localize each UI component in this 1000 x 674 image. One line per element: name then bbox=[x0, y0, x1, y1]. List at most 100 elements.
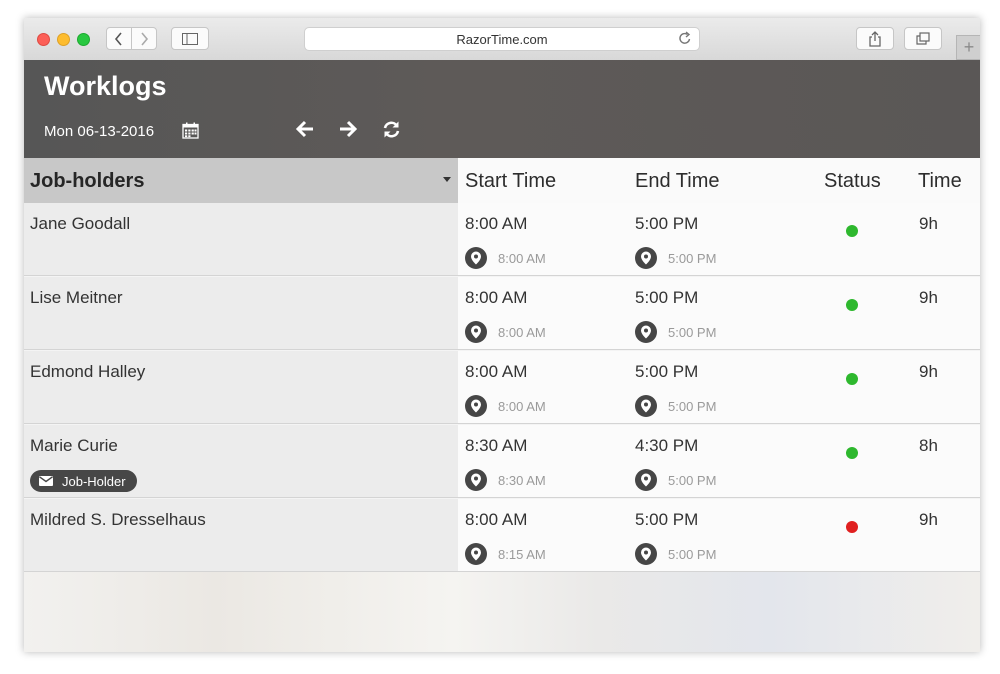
actual-start-time: 8:15 AM bbox=[498, 546, 546, 562]
worklog-table: Job-holders Start Time End Time Status T… bbox=[24, 158, 980, 572]
total-time: 9h bbox=[919, 288, 938, 307]
actual-start[interactable]: 8:15 AM bbox=[465, 543, 546, 565]
time-cells: 8:00 AM 8:00 AM 5:00 PM 5:00 PM 9h bbox=[458, 203, 980, 275]
job-holder-name: Jane Goodall bbox=[30, 214, 131, 233]
scheduled-end-time: 5:00 PM bbox=[635, 362, 699, 381]
browser-window: RazorTime.com + Worklogs Mon 06-13-2016 bbox=[24, 18, 980, 652]
actual-end[interactable]: 5:00 PM bbox=[635, 247, 716, 269]
background-area bbox=[24, 572, 980, 652]
job-holder-cell: Edmond Halley bbox=[24, 351, 458, 423]
table-row[interactable]: Marie Curie Job-Holder 8:30 AM 8:30 AM 4:30 … bbox=[24, 425, 980, 498]
reload-button[interactable] bbox=[678, 31, 692, 49]
actual-start[interactable]: 8:30 AM bbox=[465, 469, 546, 491]
location-pin-icon[interactable] bbox=[635, 395, 657, 417]
total-time: 9h bbox=[919, 510, 938, 529]
total-time: 9h bbox=[919, 214, 938, 233]
status-indicator bbox=[846, 521, 858, 533]
time-cells: 8:30 AM 8:30 AM 4:30 PM 5:00 PM 8h bbox=[458, 425, 980, 497]
table-row[interactable]: Mildred S. Dresselhaus 8:00 AM 8:15 AM 5:00… bbox=[24, 499, 980, 572]
arrow-left-icon bbox=[295, 120, 313, 138]
share-button[interactable] bbox=[856, 27, 894, 50]
refresh-button[interactable] bbox=[382, 120, 401, 144]
close-window-button[interactable] bbox=[37, 33, 50, 46]
end-time-header: End Time bbox=[635, 170, 720, 192]
location-pin-icon[interactable] bbox=[465, 247, 487, 269]
actual-end-time: 5:00 PM bbox=[668, 546, 717, 562]
location-pin-icon[interactable] bbox=[635, 247, 657, 269]
table-header: Job-holders Start Time End Time Status T… bbox=[24, 158, 980, 204]
actual-end[interactable]: 5:00 PM bbox=[635, 469, 716, 491]
forward-icon bbox=[141, 31, 149, 46]
calendar-icon[interactable] bbox=[182, 122, 199, 144]
sidebar-button[interactable] bbox=[171, 27, 209, 50]
location-pin-icon[interactable] bbox=[465, 321, 487, 343]
tag-label: Job-Holder bbox=[62, 473, 126, 489]
minimize-window-button[interactable] bbox=[57, 33, 70, 46]
next-day-button[interactable] bbox=[338, 120, 358, 143]
url-text: RazorTime.com bbox=[456, 31, 548, 47]
table-row[interactable]: Edmond Halley 8:00 AM 8:00 AM 5:00 PM 5:00 P… bbox=[24, 351, 980, 424]
new-tab-button[interactable]: + bbox=[956, 35, 980, 60]
actual-end[interactable]: 5:00 PM bbox=[635, 543, 716, 565]
time-header: Time bbox=[918, 170, 962, 192]
back-icon bbox=[114, 31, 122, 46]
time-cells: 8:00 AM 8:00 AM 5:00 PM 5:00 PM 9h bbox=[458, 277, 980, 349]
browser-toolbar: RazorTime.com + bbox=[24, 18, 980, 61]
arrow-right-icon bbox=[340, 120, 358, 138]
forward-button[interactable] bbox=[131, 27, 157, 50]
actual-start-time: 8:00 AM bbox=[498, 324, 546, 340]
job-holder-cell: Mildred S. Dresselhaus bbox=[24, 499, 458, 571]
location-pin-icon[interactable] bbox=[635, 543, 657, 565]
actual-end-time: 5:00 PM bbox=[668, 324, 717, 340]
scheduled-start-time: 8:00 AM bbox=[465, 362, 528, 381]
location-pin-icon[interactable] bbox=[635, 321, 657, 343]
actual-start[interactable]: 8:00 AM bbox=[465, 247, 546, 269]
location-pin-icon[interactable] bbox=[465, 395, 487, 417]
job-holder-name: Mildred S. Dresselhaus bbox=[30, 510, 206, 529]
share-icon bbox=[869, 30, 881, 47]
location-pin-icon[interactable] bbox=[635, 469, 657, 491]
job-holders-header-label: Job-holders bbox=[30, 170, 145, 192]
location-pin-icon[interactable] bbox=[465, 543, 487, 565]
app-header: Worklogs Mon 06-13-2016 bbox=[24, 60, 980, 158]
job-holder-cell: Marie Curie Job-Holder bbox=[24, 425, 458, 497]
sidebar-icon bbox=[182, 32, 198, 45]
page-title: Worklogs bbox=[44, 71, 167, 101]
job-holder-name: Edmond Halley bbox=[30, 362, 146, 381]
status-header: Status bbox=[824, 170, 881, 192]
table-row[interactable]: Jane Goodall 8:00 AM 8:00 AM 5:00 PM 5:00 PM… bbox=[24, 203, 980, 276]
actual-start[interactable]: 8:00 AM bbox=[465, 321, 546, 343]
actual-start-time: 8:30 AM bbox=[498, 472, 546, 488]
zoom-window-button[interactable] bbox=[77, 33, 90, 46]
reload-icon bbox=[679, 31, 691, 44]
scheduled-end-time: 5:00 PM bbox=[635, 510, 699, 529]
actual-end[interactable]: 5:00 PM bbox=[635, 321, 716, 343]
start-time-header: Start Time bbox=[465, 170, 557, 192]
job-holder-tag[interactable]: Job-Holder bbox=[30, 470, 137, 492]
status-indicator bbox=[846, 299, 858, 311]
job-holder-name: Lise Meitner bbox=[30, 288, 123, 307]
address-bar[interactable]: RazorTime.com bbox=[304, 27, 700, 51]
actual-start[interactable]: 8:00 AM bbox=[465, 395, 546, 417]
status-indicator bbox=[846, 373, 858, 385]
scheduled-end-time: 5:00 PM bbox=[635, 288, 699, 307]
scheduled-start-time: 8:00 AM bbox=[465, 214, 528, 233]
total-time: 8h bbox=[919, 436, 938, 455]
actual-end-time: 5:00 PM bbox=[668, 398, 717, 414]
actual-start-time: 8:00 AM bbox=[498, 398, 546, 414]
scheduled-start-time: 8:00 AM bbox=[465, 288, 528, 307]
time-cells: 8:00 AM 8:15 AM 5:00 PM 5:00 PM 9h bbox=[458, 499, 980, 571]
job-holder-cell: Jane Goodall bbox=[24, 203, 458, 275]
previous-day-button[interactable] bbox=[295, 120, 315, 143]
sort-caret-icon[interactable] bbox=[443, 177, 451, 182]
back-button[interactable] bbox=[106, 27, 132, 50]
job-holders-column-header[interactable]: Job-holders bbox=[24, 158, 458, 203]
envelope-icon bbox=[39, 476, 53, 486]
show-tabs-button[interactable] bbox=[904, 27, 942, 50]
table-row[interactable]: Lise Meitner 8:00 AM 8:00 AM 5:00 PM 5:00 PM… bbox=[24, 277, 980, 350]
actual-end[interactable]: 5:00 PM bbox=[635, 395, 716, 417]
status-indicator bbox=[846, 447, 858, 459]
location-pin-icon[interactable] bbox=[465, 469, 487, 491]
current-date: Mon 06-13-2016 bbox=[44, 123, 155, 140]
job-holder-cell: Lise Meitner bbox=[24, 277, 458, 349]
